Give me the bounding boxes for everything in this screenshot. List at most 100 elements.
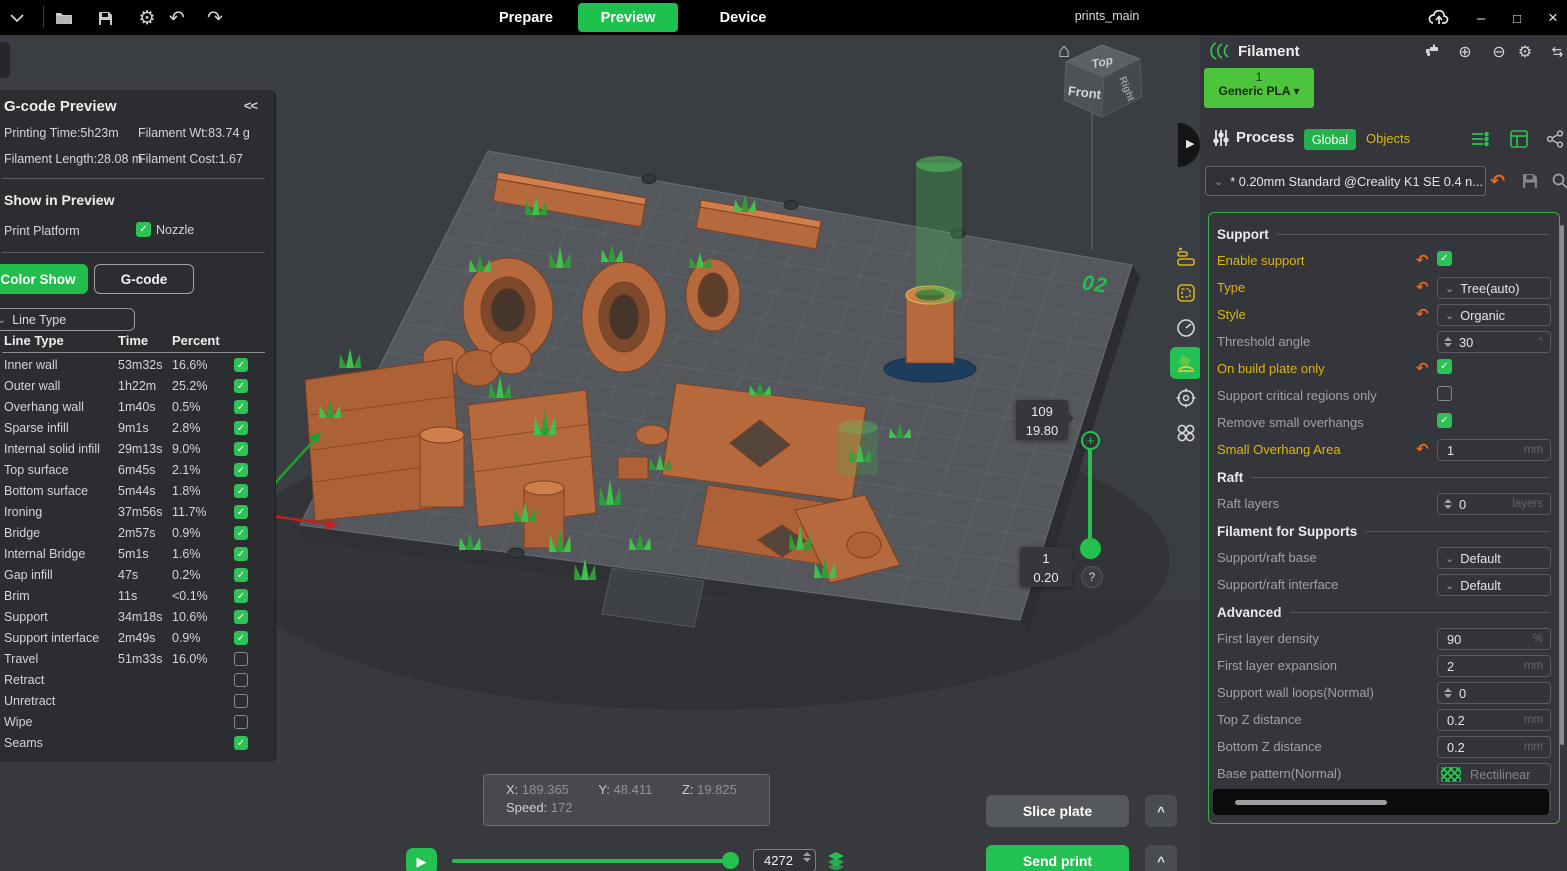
setting-input[interactable]: 90%: [1437, 628, 1551, 650]
setting-spinbox[interactable]: 0: [1437, 682, 1551, 704]
slice-plate-button[interactable]: Slice plate: [986, 795, 1129, 827]
setting-spinbox[interactable]: 0layers: [1437, 493, 1551, 515]
remove-filament-icon[interactable]: ⊖: [1488, 42, 1510, 62]
layer-slider-bottom-handle[interactable]: [1080, 538, 1101, 559]
setting-pattern-field[interactable]: Rectilinear: [1437, 763, 1551, 785]
line-type-visibility-checkbox[interactable]: ✓: [234, 463, 248, 477]
settings-gear-icon[interactable]: ⚙: [136, 7, 158, 29]
line-type-visibility-checkbox[interactable]: [234, 673, 248, 687]
slice-options-button[interactable]: ^: [1145, 795, 1177, 827]
speed-view-icon[interactable]: [1170, 312, 1202, 344]
collapse-panel-button[interactable]: <<: [244, 98, 257, 113]
save-icon[interactable]: [94, 7, 116, 29]
redo-icon[interactable]: ↷: [204, 7, 226, 29]
setting-dropdown[interactable]: ⌄Default: [1437, 574, 1551, 596]
setting-input[interactable]: 0.2mm: [1437, 736, 1551, 758]
collapsed-panel-stub[interactable]: [0, 42, 10, 78]
play-button[interactable]: ▶: [406, 848, 437, 871]
preset-reset-icon[interactable]: ↶: [1490, 171, 1505, 192]
nozzle-checkbox[interactable]: ✓: [136, 222, 151, 237]
spin-arrows[interactable]: [1444, 337, 1452, 347]
tab-prepare[interactable]: Prepare: [480, 0, 572, 35]
minimize-button[interactable]: –: [1468, 6, 1494, 30]
reset-setting-icon[interactable]: ↶: [1416, 305, 1429, 323]
preset-save-icon[interactable]: [1522, 173, 1538, 192]
setting-dropdown[interactable]: ⌄Tree(auto): [1437, 277, 1551, 299]
line-type-visibility-checkbox[interactable]: ✓: [234, 589, 248, 603]
seam-view-icon[interactable]: [1170, 382, 1202, 414]
support-paint-icon[interactable]: [1170, 347, 1202, 379]
home-view-icon[interactable]: ⌂: [1058, 40, 1070, 63]
tab-global[interactable]: Global: [1304, 129, 1356, 150]
reset-setting-icon[interactable]: ↶: [1416, 440, 1429, 458]
send-options-button[interactable]: ^: [1145, 845, 1177, 871]
close-button[interactable]: ×: [1540, 6, 1566, 30]
filament-settings-icon[interactable]: ⚙: [1514, 42, 1536, 62]
line-type-visibility-checkbox[interactable]: ✓: [234, 484, 248, 498]
plate-view-icon[interactable]: [1170, 277, 1202, 309]
line-type-dropdown[interactable]: ⌄ Line Type: [0, 308, 135, 331]
maximize-button[interactable]: □: [1504, 6, 1530, 30]
setting-checkbox[interactable]: ✓: [1437, 413, 1452, 428]
reset-setting-icon[interactable]: ↶: [1416, 359, 1429, 377]
line-type-visibility-checkbox[interactable]: [234, 652, 248, 666]
spin-arrows[interactable]: [1444, 499, 1452, 509]
line-type-visibility-checkbox[interactable]: ✓: [234, 505, 248, 519]
toolbar-chevron-icon[interactable]: [6, 7, 28, 29]
nozzle-toggle[interactable]: ✓ Nozzle: [136, 222, 194, 237]
tab-device[interactable]: Device: [702, 0, 784, 35]
send-print-button[interactable]: Send print: [986, 845, 1129, 871]
horizontal-scrollbar[interactable]: [1213, 789, 1549, 815]
setting-checkbox[interactable]: ✓: [1437, 359, 1452, 374]
advanced-settings-icon[interactable]: [1510, 130, 1528, 151]
setting-checkbox[interactable]: [1437, 386, 1452, 401]
line-type-visibility-checkbox[interactable]: [234, 694, 248, 708]
setting-checkbox[interactable]: ✓: [1437, 251, 1452, 266]
line-type-visibility-checkbox[interactable]: ✓: [234, 400, 248, 414]
step-value-box[interactable]: 4272: [753, 849, 816, 871]
setting-input[interactable]: 2mm: [1437, 655, 1551, 677]
step-slider-thumb[interactable]: [722, 852, 739, 869]
setting-input[interactable]: 0.2mm: [1437, 709, 1551, 731]
cloud-upload-icon[interactable]: [1428, 7, 1450, 29]
line-type-visibility-checkbox[interactable]: ✓: [234, 736, 248, 750]
step-spinner[interactable]: [803, 852, 811, 862]
compare-icon[interactable]: [1546, 130, 1564, 151]
filament-slot[interactable]: 1 Generic PLA ▾: [1204, 68, 1314, 108]
step-slider[interactable]: [452, 859, 739, 863]
add-filament-icon[interactable]: ⊕: [1454, 42, 1476, 62]
more-icon[interactable]: [1552, 42, 1566, 62]
preset-search-icon[interactable]: [1552, 173, 1567, 192]
simple-settings-icon[interactable]: [1470, 130, 1490, 151]
line-type-visibility-checkbox[interactable]: [234, 715, 248, 729]
tab-objects[interactable]: Objects: [1366, 131, 1410, 146]
layer-slider-top-handle[interactable]: +: [1081, 431, 1100, 450]
open-file-icon[interactable]: [53, 7, 75, 29]
scrollbar-thumb[interactable]: [1235, 800, 1387, 805]
tab-preview[interactable]: Preview: [578, 3, 678, 32]
line-type-visibility-checkbox[interactable]: ✓: [234, 568, 248, 582]
layers-view-icon[interactable]: [1170, 242, 1202, 274]
panel-expand-handle[interactable]: ▶: [1178, 123, 1200, 169]
vertical-scrollbar[interactable]: [1560, 225, 1564, 745]
command-view-icon[interactable]: [1170, 417, 1202, 449]
undo-icon[interactable]: ↶: [166, 7, 188, 29]
line-type-visibility-checkbox[interactable]: ✓: [234, 631, 248, 645]
line-type-visibility-checkbox[interactable]: ✓: [234, 358, 248, 372]
line-type-visibility-checkbox[interactable]: ✓: [234, 421, 248, 435]
preset-dropdown[interactable]: ⌄ * 0.20mm Standard @Creality K1 SE 0.4 …: [1205, 166, 1486, 196]
color-show-button[interactable]: Color Show: [0, 264, 88, 294]
reset-setting-icon[interactable]: ↶: [1416, 278, 1429, 296]
spin-arrows[interactable]: [1444, 688, 1452, 698]
reset-setting-icon[interactable]: ↶: [1416, 251, 1429, 269]
setting-dropdown[interactable]: ⌄Organic: [1437, 304, 1551, 326]
line-type-visibility-checkbox[interactable]: ✓: [234, 610, 248, 624]
layers-icon[interactable]: [826, 850, 846, 871]
setting-spinbox[interactable]: 30°: [1437, 331, 1551, 353]
setting-dropdown[interactable]: ⌄Default: [1437, 547, 1551, 569]
line-type-visibility-checkbox[interactable]: ✓: [234, 547, 248, 561]
help-button[interactable]: ?: [1081, 566, 1103, 588]
layer-slider-track[interactable]: [1088, 447, 1092, 547]
gcode-button[interactable]: G-code: [94, 264, 194, 294]
line-type-visibility-checkbox[interactable]: ✓: [234, 442, 248, 456]
